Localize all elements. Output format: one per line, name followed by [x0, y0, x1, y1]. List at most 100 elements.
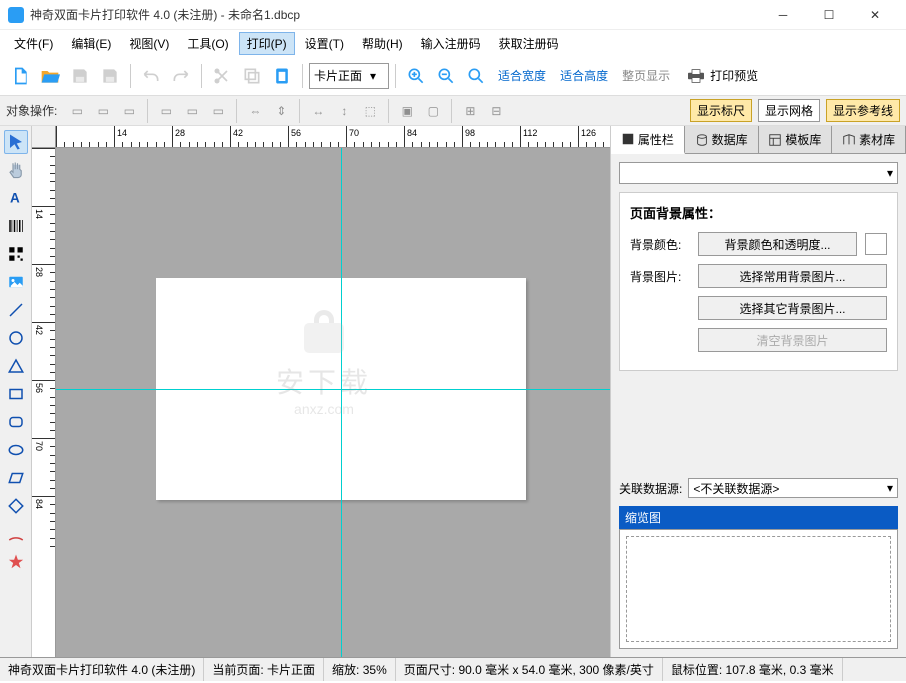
side-select[interactable]: 卡片正面 ▾ [309, 63, 389, 89]
dist-v-icon[interactable]: ⇕ [269, 100, 293, 122]
tab-assets[interactable]: 素材库 [832, 126, 906, 153]
bg-color-label: 背景颜色: [630, 236, 690, 253]
bg-section-title: 页面背景属性： [630, 203, 887, 222]
tab-templates[interactable]: 模板库 [759, 126, 833, 153]
pan-tool[interactable] [4, 158, 28, 182]
saveas-button[interactable] [96, 62, 124, 90]
ruler-horizontal[interactable]: 14284256708498112126 [56, 126, 610, 148]
send-back-icon[interactable]: ▢ [421, 100, 445, 122]
print-preview-button[interactable]: 打印预览 [686, 67, 758, 84]
ruler-vertical[interactable]: 142842567084 [32, 148, 56, 657]
bg-img-other-button[interactable]: 选择其它背景图片... [698, 296, 887, 320]
star-tool[interactable] [4, 550, 28, 574]
menu-get-reg[interactable]: 获取注册码 [491, 32, 567, 55]
same-height-icon[interactable]: ↕ [332, 100, 356, 122]
printer-icon [686, 68, 706, 84]
bg-color-button[interactable]: 背景颜色和透明度... [698, 232, 857, 256]
datasource-label: 关联数据源: [619, 480, 682, 497]
zoom-out-button[interactable] [432, 62, 460, 90]
barcode-tool[interactable] [4, 214, 28, 238]
dist-h-icon[interactable]: ⇔ [243, 100, 267, 122]
fit-height-link[interactable]: 适合高度 [554, 67, 614, 84]
rect-tool[interactable] [4, 382, 28, 406]
roundrect-tool[interactable] [4, 410, 28, 434]
minimize-button[interactable]: ─ [760, 0, 806, 30]
chevron-down-icon: ▾ [370, 69, 376, 83]
datasource-value: <不关联数据源> [693, 480, 779, 497]
undo-button[interactable] [137, 62, 165, 90]
menu-edit[interactable]: 编辑(E) [63, 32, 119, 55]
align-right-icon[interactable]: ▭ [117, 100, 141, 122]
maximize-button[interactable]: ☐ [806, 0, 852, 30]
parallelogram-tool[interactable] [4, 466, 28, 490]
zoom-fit-button[interactable] [462, 62, 490, 90]
menu-file[interactable]: 文件(F) [6, 32, 61, 55]
thumbnail-header: 缩览图 [619, 506, 898, 529]
tab-properties[interactable]: 属性栏 [611, 126, 685, 154]
menu-settings[interactable]: 设置(T) [297, 32, 352, 55]
group-icon[interactable]: ⊞ [458, 100, 482, 122]
arc-tool[interactable] [4, 522, 28, 546]
ruler-corner [32, 126, 56, 148]
same-size-icon[interactable]: ⬚ [358, 100, 382, 122]
ellipse-tool[interactable] [4, 438, 28, 462]
ungroup-icon[interactable]: ⊟ [484, 100, 508, 122]
open-button[interactable] [36, 62, 64, 90]
side-select-value: 卡片正面 [314, 67, 362, 84]
new-button[interactable] [6, 62, 34, 90]
copy-button[interactable] [238, 62, 266, 90]
toggle-guides[interactable]: 显示参考线 [826, 99, 900, 122]
canvas-container: 14284256708498112126 142842567084 安下载 an… [32, 126, 610, 657]
toggle-ruler[interactable]: 显示标尺 [690, 99, 752, 122]
align-bottom-icon[interactable]: ▭ [206, 100, 230, 122]
print-preview-label: 打印预览 [710, 67, 758, 84]
align-center-h-icon[interactable]: ▭ [91, 100, 115, 122]
fit-width-link[interactable]: 适合宽度 [492, 67, 552, 84]
ops-toolbar: 对象操作: ▭ ▭ ▭ ▭ ▭ ▭ ⇔ ⇕ ↔ ↕ ⬚ ▣ ▢ ⊞ ⊟ 显示标尺… [0, 96, 906, 126]
triangle-tool[interactable] [4, 354, 28, 378]
bg-img-clear-button[interactable]: 清空背景图片 [698, 328, 887, 352]
menu-view[interactable]: 视图(V) [121, 32, 177, 55]
tab-database[interactable]: 数据库 [685, 126, 759, 153]
cut-button[interactable] [208, 62, 236, 90]
canvas[interactable]: 安下载 anxz.com [56, 148, 610, 657]
paste-button[interactable] [268, 62, 296, 90]
menu-print[interactable]: 打印(P) [239, 32, 295, 55]
select-tool[interactable] [4, 130, 28, 154]
object-combo[interactable]: ▾ [619, 162, 898, 184]
main-toolbar: 卡片正面 ▾ 适合宽度 适合高度 整页显示 打印预览 [0, 56, 906, 96]
bg-color-swatch[interactable] [865, 233, 887, 255]
workarea: A 14284256708498112126 142842567084 安下载 … [0, 126, 906, 657]
save-button[interactable] [66, 62, 94, 90]
close-button[interactable]: ✕ [852, 0, 898, 30]
datasource-combo[interactable]: <不关联数据源> ▾ [688, 478, 898, 498]
guide-vertical[interactable] [341, 148, 342, 657]
svg-text:A: A [10, 191, 20, 206]
titlebar: 神奇双面卡片打印软件 4.0 (未注册) - 未命名1.dbcp ─ ☐ ✕ [0, 0, 906, 30]
menu-help[interactable]: 帮助(H) [354, 32, 411, 55]
qrcode-tool[interactable] [4, 242, 28, 266]
align-middle-icon[interactable]: ▭ [180, 100, 204, 122]
align-top-icon[interactable]: ▭ [154, 100, 178, 122]
menu-tools[interactable]: 工具(O) [179, 32, 236, 55]
menu-enter-reg[interactable]: 输入注册码 [413, 32, 489, 55]
thumbnail-area[interactable] [626, 536, 891, 642]
circle-tool[interactable] [4, 326, 28, 350]
text-tool[interactable]: A [4, 186, 28, 210]
toggle-grid[interactable]: 显示网格 [758, 99, 820, 122]
guide-horizontal[interactable] [56, 389, 610, 390]
same-width-icon[interactable]: ↔ [306, 100, 330, 122]
status-page: 当前页面: 卡片正面 [204, 658, 324, 681]
line-tool[interactable] [4, 298, 28, 322]
bg-section: 页面背景属性： 背景颜色: 背景颜色和透明度... 背景图片: 选择常用背景图片… [619, 192, 898, 371]
image-tool[interactable] [4, 270, 28, 294]
diamond-tool[interactable] [4, 494, 28, 518]
align-left-icon[interactable]: ▭ [65, 100, 89, 122]
zoom-in-button[interactable] [402, 62, 430, 90]
fit-page-link[interactable]: 整页显示 [616, 67, 676, 84]
bg-img-label: 背景图片: [630, 268, 690, 285]
status-app: 神奇双面卡片打印软件 4.0 (未注册) [0, 658, 204, 681]
bg-img-common-button[interactable]: 选择常用背景图片... [698, 264, 887, 288]
redo-button[interactable] [167, 62, 195, 90]
bring-front-icon[interactable]: ▣ [395, 100, 419, 122]
